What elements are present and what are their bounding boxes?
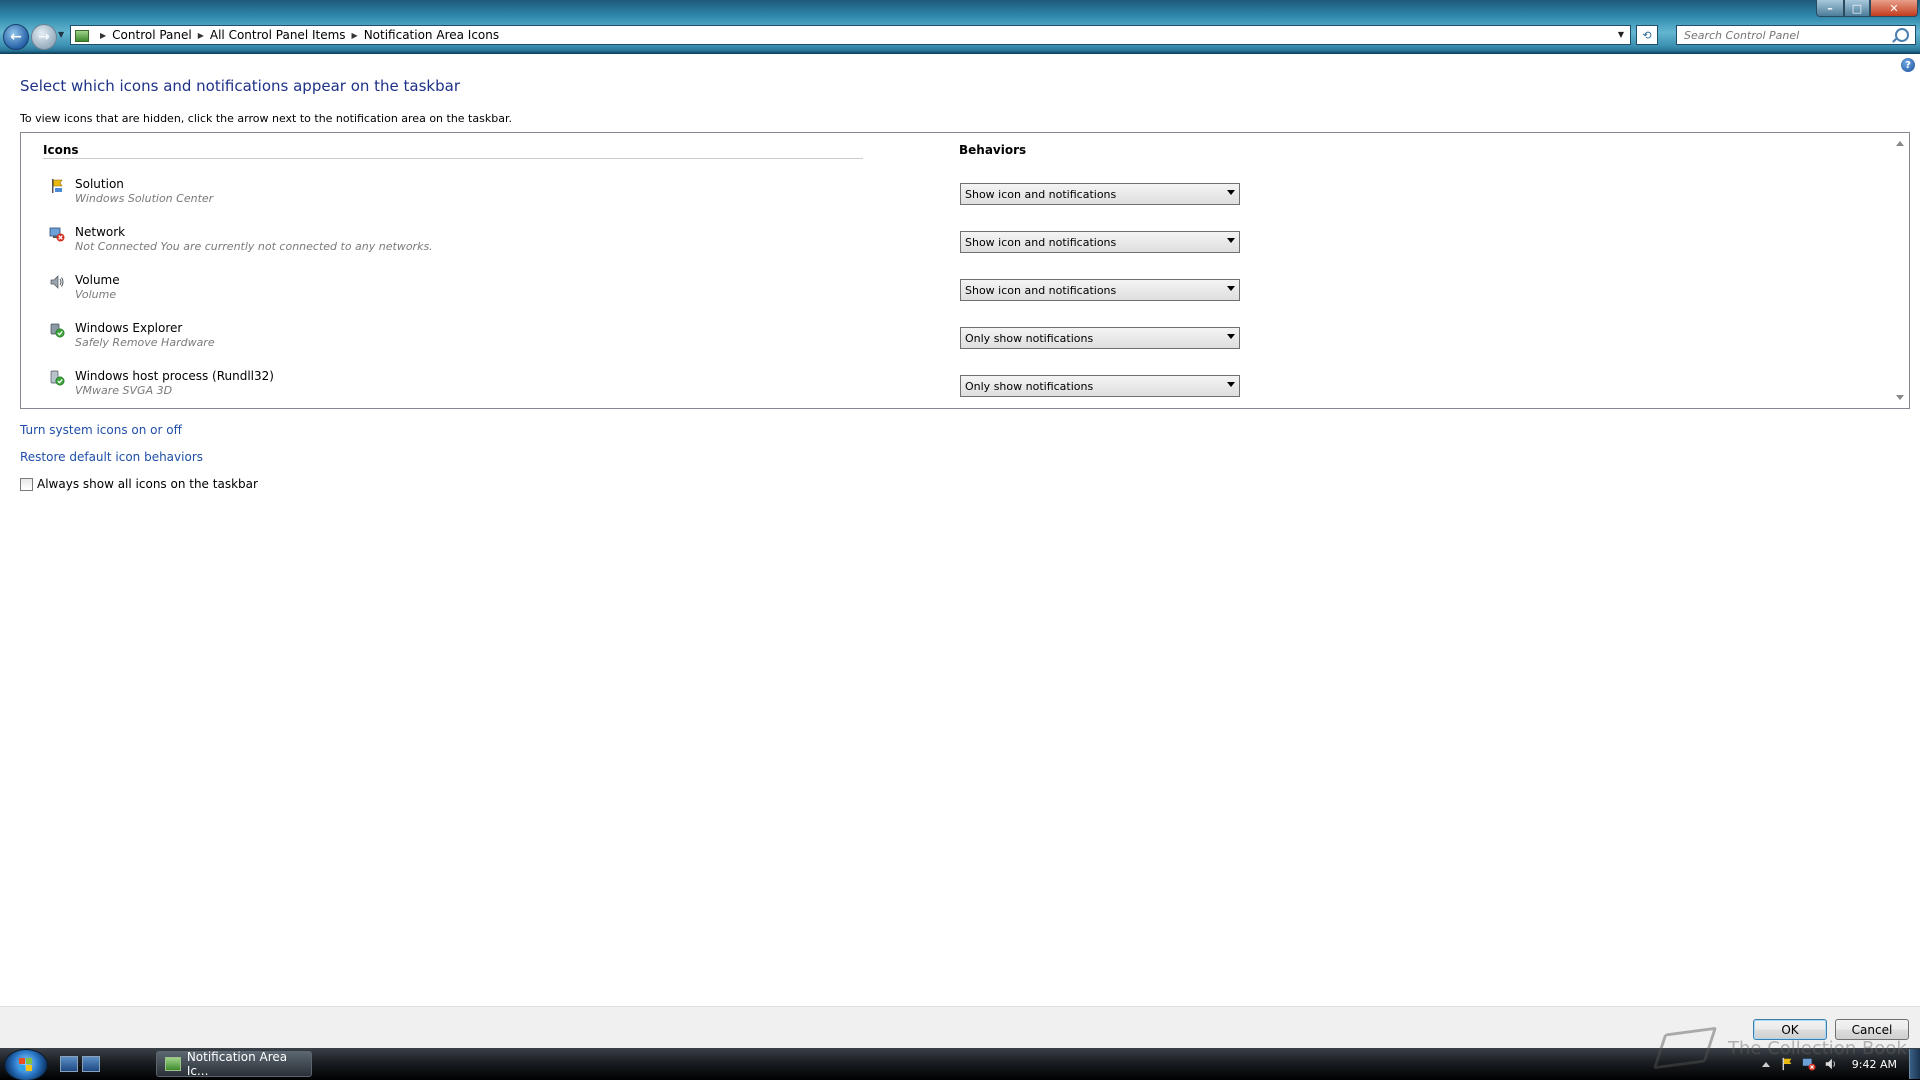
column-header-behaviors: Behaviors [959, 143, 1027, 157]
minimize-button[interactable]: – [1816, 0, 1844, 17]
safely-remove-hardware-icon [50, 323, 65, 338]
turn-system-icons-link[interactable]: Turn system icons on or off [20, 423, 182, 437]
page-title: Select which icons and notifications app… [20, 77, 460, 95]
system-tray: 9:42 AM [1761, 1048, 1920, 1080]
list-item: Network Not Connected You are currently … [43, 223, 1243, 269]
control-panel-icon [74, 28, 90, 42]
scroll-down-icon[interactable] [1896, 395, 1904, 400]
behavior-select[interactable]: Show icon and notifications [960, 183, 1240, 205]
recent-pages-dropdown[interactable]: ▼ [58, 30, 64, 39]
chevron-down-icon[interactable] [1227, 382, 1235, 387]
icon-description: Windows Solution Center [75, 192, 214, 205]
icon-description: Not Connected You are currently not conn… [75, 240, 433, 253]
always-show-checkbox-row[interactable]: Always show all icons on the taskbar [20, 477, 258, 491]
vertical-scrollbar[interactable] [1892, 133, 1909, 408]
network-disconnected-icon [49, 227, 65, 242]
chevron-right-icon[interactable]: ▶ [352, 31, 358, 40]
show-desktop-quicklaunch-icon[interactable] [60, 1056, 78, 1072]
forward-button[interactable]: → [31, 24, 57, 50]
column-header-icons: Icons [43, 143, 79, 157]
dialog-button-bar: OK Cancel [0, 1006, 1920, 1049]
restore-defaults-link[interactable]: Restore default icon behaviors [20, 450, 203, 464]
chevron-down-icon[interactable] [1227, 238, 1235, 243]
icon-name: Windows host process (Rundll32) [75, 369, 274, 383]
control-panel-icon [165, 1057, 181, 1071]
icon-name: Windows Explorer [75, 321, 183, 335]
scroll-up-icon[interactable] [1896, 141, 1904, 146]
ok-button[interactable]: OK [1753, 1019, 1827, 1040]
search-icon[interactable] [1895, 28, 1909, 42]
chevron-down-icon[interactable] [1227, 190, 1235, 195]
behavior-select-value: Only show notifications [965, 331, 1094, 345]
list-item: Solution Windows Solution Center Show ic… [43, 175, 1243, 221]
search-box[interactable] [1676, 25, 1916, 45]
taskbar: Notification Area Ic... 9:42 AM [0, 1048, 1920, 1080]
chevron-right-icon[interactable]: ▶ [100, 31, 106, 40]
behavior-select-value: Show icon and notifications [965, 187, 1117, 201]
chevron-down-icon[interactable] [1227, 286, 1235, 291]
chevron-down-icon[interactable] [1227, 334, 1235, 339]
list-item: Volume Volume Show icon and notification… [43, 271, 1243, 317]
breadcrumb-notification-area-icons[interactable]: Notification Area Icons [364, 28, 499, 42]
behavior-select-value: Only show notifications [965, 379, 1094, 393]
always-show-checkbox[interactable] [20, 477, 33, 491]
window-controls: – □ ✕ [1816, 0, 1918, 17]
header-divider [43, 158, 863, 159]
icon-description: Volume [75, 288, 117, 301]
refresh-button[interactable]: ⟲ [1636, 25, 1658, 45]
address-dropdown-icon[interactable]: ▼ [1618, 30, 1624, 39]
display-adapter-icon [50, 370, 65, 386]
taskbar-item-notification-area[interactable]: Notification Area Ic... [156, 1050, 312, 1078]
icons-list: Icons Behaviors Solution Windows Solutio… [20, 132, 1910, 409]
close-button[interactable]: ✕ [1870, 0, 1918, 17]
breadcrumb-control-panel[interactable]: Control Panel [112, 28, 192, 42]
behavior-select-value: Show icon and notifications [965, 283, 1117, 297]
network-disconnected-icon[interactable] [1802, 1057, 1816, 1071]
search-input[interactable] [1682, 27, 1898, 43]
taskbar-item-label: Notification Area Ic... [186, 1050, 288, 1078]
speaker-icon[interactable] [1824, 1057, 1838, 1071]
cancel-button[interactable]: Cancel [1835, 1019, 1909, 1040]
behavior-select[interactable]: Only show notifications [960, 375, 1240, 397]
list-item: Windows host process (Rundll32) VMware S… [43, 367, 1243, 413]
behavior-select[interactable]: Only show notifications [960, 327, 1240, 349]
icon-description: Safely Remove Hardware [75, 336, 215, 349]
always-show-label[interactable]: Always show all icons on the taskbar [37, 477, 258, 491]
icon-name: Volume [75, 273, 120, 287]
breadcrumb-all-items[interactable]: All Control Panel Items [210, 28, 346, 42]
icon-name: Solution [75, 177, 124, 191]
start-button[interactable] [4, 1049, 48, 1080]
clock[interactable]: 9:42 AM [1852, 1058, 1897, 1071]
help-icon[interactable]: ? [1901, 58, 1915, 72]
chevron-right-icon[interactable]: ▶ [198, 31, 204, 40]
show-hidden-icons-icon[interactable] [1761, 1061, 1770, 1067]
show-desktop-button[interactable] [1909, 1049, 1920, 1079]
list-item: Windows Explorer Safely Remove Hardware … [43, 319, 1243, 365]
icon-name: Network [75, 225, 126, 239]
speaker-icon [50, 275, 64, 289]
switch-windows-quicklaunch-icon[interactable] [82, 1056, 100, 1072]
window-chrome: – □ ✕ ← → ▼ ▶ Control Panel ▶ All Contro… [0, 0, 1920, 54]
icon-description: VMware SVGA 3D [75, 384, 173, 397]
flag-icon[interactable] [1780, 1057, 1794, 1071]
behavior-select[interactable]: Show icon and notifications [960, 279, 1240, 301]
behavior-select[interactable]: Show icon and notifications [960, 231, 1240, 253]
address-bar[interactable]: ▶ Control Panel ▶ All Control Panel Item… [70, 25, 1631, 45]
flag-icon [52, 179, 63, 193]
behavior-select-value: Show icon and notifications [965, 235, 1117, 249]
maximize-button[interactable]: □ [1844, 0, 1870, 17]
back-button[interactable]: ← [3, 24, 29, 50]
instruction-text: To view icons that are hidden, click the… [20, 112, 512, 125]
